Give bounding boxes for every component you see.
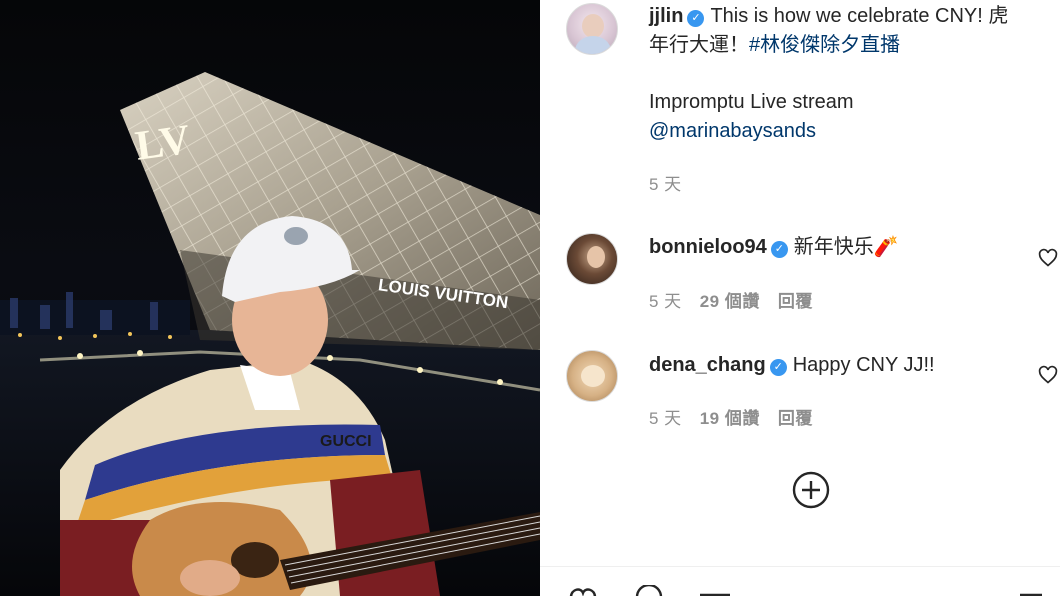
jacket-logo: GUCCI <box>320 433 372 450</box>
comment-text: 新年快乐🧨 <box>793 236 899 258</box>
comment-avatar[interactable] <box>566 350 618 402</box>
mention-link[interactable]: @marinabaysands <box>649 117 816 146</box>
comment-username[interactable]: bonnieloo94 <box>649 236 767 258</box>
reply-button[interactable]: 回覆 <box>778 292 813 311</box>
author-username[interactable]: jjlin <box>649 5 683 27</box>
share-icon[interactable] <box>698 585 732 596</box>
comment-age: 5 天 <box>649 409 682 428</box>
comment-body: dena_chang ✓ Happy CNY JJ!! <box>649 351 935 380</box>
comment-text: Happy CNY JJ!! <box>792 354 935 376</box>
post-age: 5 天 <box>649 170 700 195</box>
post-caption: jjlin ✓ This is how we celebrate CNY! 虎 <box>649 2 1008 31</box>
comment-body: bonnieloo94 ✓ 新年快乐🧨 <box>649 233 899 262</box>
caption-line3: Impromptu Live stream <box>649 91 854 113</box>
comment-username[interactable]: dena_chang <box>649 354 766 376</box>
comment-icon[interactable] <box>634 585 664 596</box>
caption-line2: 年行大運！#林俊傑除夕直播 <box>649 31 900 60</box>
verified-badge-icon: ✓ <box>770 241 788 258</box>
comment-avatar[interactable] <box>566 233 618 285</box>
caption-line2-text: 年行大運！ <box>649 34 749 56</box>
post-age-text: 5 天 <box>649 175 682 194</box>
comment-likes[interactable]: 29 個讚 <box>700 292 760 311</box>
reply-button[interactable]: 回覆 <box>778 409 813 428</box>
post-photo[interactable]: LV LOUIS VUITTON GUCCI <box>0 0 540 596</box>
comments-panel: jjlin ✓ This is how we celebrate CNY! 虎 年行… <box>540 0 1060 596</box>
action-bar <box>540 566 1060 596</box>
author-avatar[interactable] <box>566 3 618 55</box>
heart-icon[interactable] <box>1038 248 1058 268</box>
verified-badge-icon: ✓ <box>687 10 705 27</box>
hashtag-link[interactable]: #林俊傑除夕直播 <box>749 34 900 56</box>
comment-meta: 5 天 19 個讚 回覆 <box>649 404 831 429</box>
bookmark-icon[interactable] <box>1018 585 1044 596</box>
verified-badge-icon: ✓ <box>769 359 787 376</box>
comment-likes[interactable]: 19 個讚 <box>700 409 760 428</box>
plus-circle-icon[interactable] <box>792 471 830 509</box>
photo-scene: LV LOUIS VUITTON GUCCI <box>0 72 540 596</box>
caption-line1: This is how we celebrate CNY! 虎 <box>710 5 1009 27</box>
svg-text:LV: LV <box>133 117 193 170</box>
heart-icon[interactable] <box>568 585 598 596</box>
comment-age: 5 天 <box>649 292 682 311</box>
heart-icon[interactable] <box>1038 365 1058 385</box>
comment-meta: 5 天 29 個讚 回覆 <box>649 287 831 312</box>
